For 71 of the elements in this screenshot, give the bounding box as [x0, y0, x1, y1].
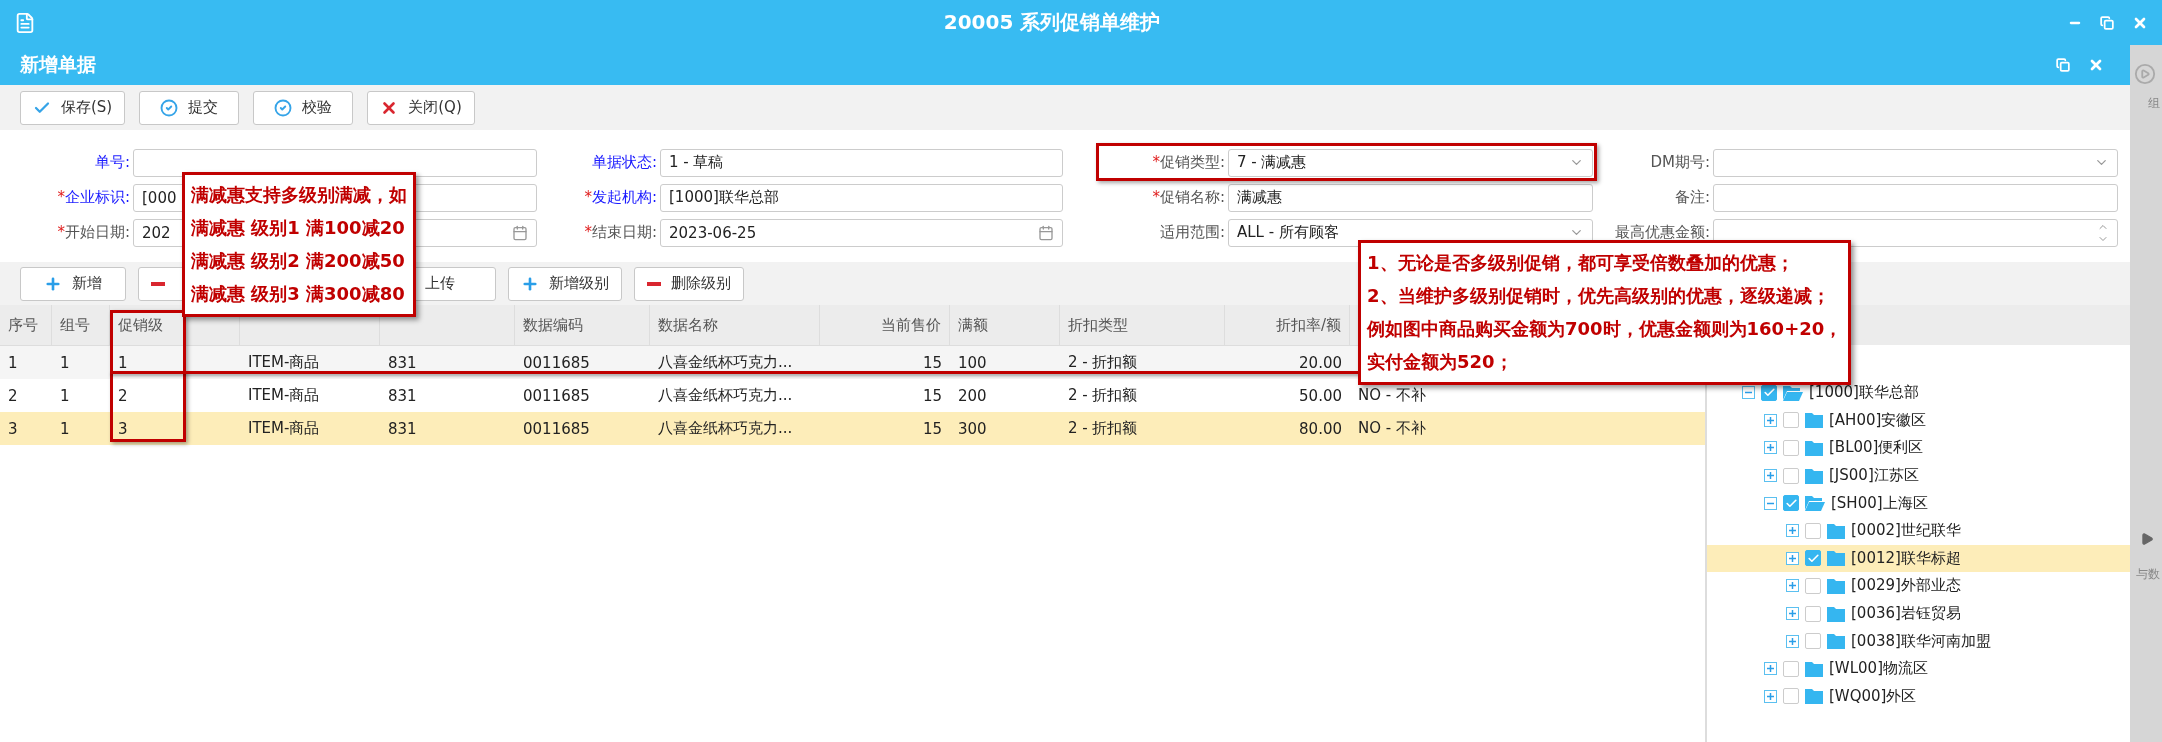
tree-label: [AH00]安徽区	[1829, 410, 1927, 430]
table-cell-text: 831	[387, 352, 418, 374]
field-label: *企业标识:	[57, 188, 131, 207]
table-cell-text: 2 - 折扣额	[1067, 352, 1139, 373]
annotation-text: 实付金额为520；	[1367, 350, 1514, 374]
table-cell-text: 1	[59, 385, 71, 407]
table-cell-text: 2 - 折扣额	[1067, 418, 1139, 439]
tree-label: [0012]联华标超	[1851, 548, 1961, 568]
annotation-text: 2、当维护多级别促销时，优先高级别的优惠，逐级递减；	[1367, 284, 1831, 308]
table-cell-text: 八喜金纸杯巧克力...	[657, 418, 794, 439]
table-cell-text: ITEM-商品	[247, 418, 321, 439]
table-cell-text: 3	[7, 418, 19, 440]
tree-label: [BL00]便利区	[1829, 438, 1924, 458]
field-label: 最高优惠金额:	[1614, 223, 1711, 242]
table-cell-text: 80.00	[1298, 418, 1343, 440]
tree-label: [0002]世纪联华	[1851, 521, 1961, 541]
table-cell-text: 15	[921, 418, 943, 440]
tree-label: [SH00]上海区	[1831, 493, 1928, 513]
field-label: *发起机构:	[584, 188, 658, 207]
field-label: *开始日期:	[57, 223, 131, 242]
background-text: 组	[2148, 95, 2160, 112]
table-cell-text: 831	[387, 385, 418, 407]
field-label: 备注:	[1674, 188, 1711, 207]
annotation-text: 例如图中商品购买金额为700时，优惠金额则为160+20，	[1367, 317, 1843, 341]
table-cell-text: 300	[957, 418, 988, 440]
annotation-text: 1、无论是否多级别促销，都可享受倍数叠加的优惠；	[1367, 251, 1795, 275]
table-cell-text: 200	[957, 385, 988, 407]
annotation-text: 满减惠 级别1 满100减20	[191, 216, 406, 240]
field-label: 适用范围:	[1159, 223, 1226, 242]
table-cell-text: 1	[59, 418, 71, 440]
annotation-text: 满减惠支持多级别满减，如	[191, 183, 407, 207]
document-title: 新增单据	[20, 52, 97, 77]
table-cell-text: 3	[117, 418, 129, 440]
tree-label: [JS00]江苏区	[1829, 466, 1919, 486]
table-cell-text: 15	[921, 352, 943, 374]
tree-label: [WL00]物流区	[1829, 659, 1928, 679]
table-cell-text: 0011685	[522, 385, 591, 407]
field-label: 单号:	[94, 153, 131, 172]
table-cell-text: NO - 不补	[1357, 418, 1427, 439]
field-label: *促销类型:	[1152, 153, 1226, 172]
window-title: 20005 系列促销单维护	[942, 9, 1162, 36]
table-cell-text: 1	[117, 352, 129, 374]
table-cell-text: 1	[59, 352, 71, 374]
table-cell-text: 100	[957, 352, 988, 374]
table-cell-text: 2 - 折扣额	[1067, 385, 1139, 406]
table-cell-text: 1	[7, 352, 19, 374]
annotation-text: 满减惠 级别2 满200减50	[191, 249, 406, 273]
table-cell-text: ITEM-商品	[247, 352, 321, 373]
table-cell-text: NO - 不补	[1357, 385, 1427, 406]
tree-label: [0038]联华河南加盟	[1851, 631, 1991, 651]
table-cell-text: 50.00	[1298, 385, 1343, 407]
table-cell-text: 八喜金纸杯巧克力...	[657, 385, 794, 406]
table-cell-text: 八喜金纸杯巧克力...	[657, 352, 794, 373]
table-cell-text: ITEM-商品	[247, 385, 321, 406]
field-label: 单据状态:	[591, 153, 658, 172]
tree-label: [WQ00]外区	[1829, 686, 1917, 706]
field-label: *促销名称:	[1152, 188, 1226, 207]
field-label: *结束日期:	[584, 223, 658, 242]
table-cell-text: 15	[921, 385, 943, 407]
table-cell-text: 831	[387, 418, 418, 440]
background-text: 与数	[2136, 566, 2160, 583]
tree-label: [1000]联华总部	[1809, 383, 1919, 403]
tree-label: [0036]岩钰贸易	[1851, 604, 1961, 624]
table-cell-text: 2	[7, 385, 19, 407]
field-label: DM期号:	[1650, 153, 1711, 172]
table-cell-text: 0011685	[522, 418, 591, 440]
annotation-text: 满减惠 级别3 满300减80	[191, 282, 406, 306]
tree-label: [0029]外部业态	[1851, 576, 1961, 596]
table-cell-text: 0011685	[522, 352, 591, 374]
table-cell-text: 20.00	[1298, 352, 1343, 374]
table-cell-text: 2	[117, 385, 129, 407]
